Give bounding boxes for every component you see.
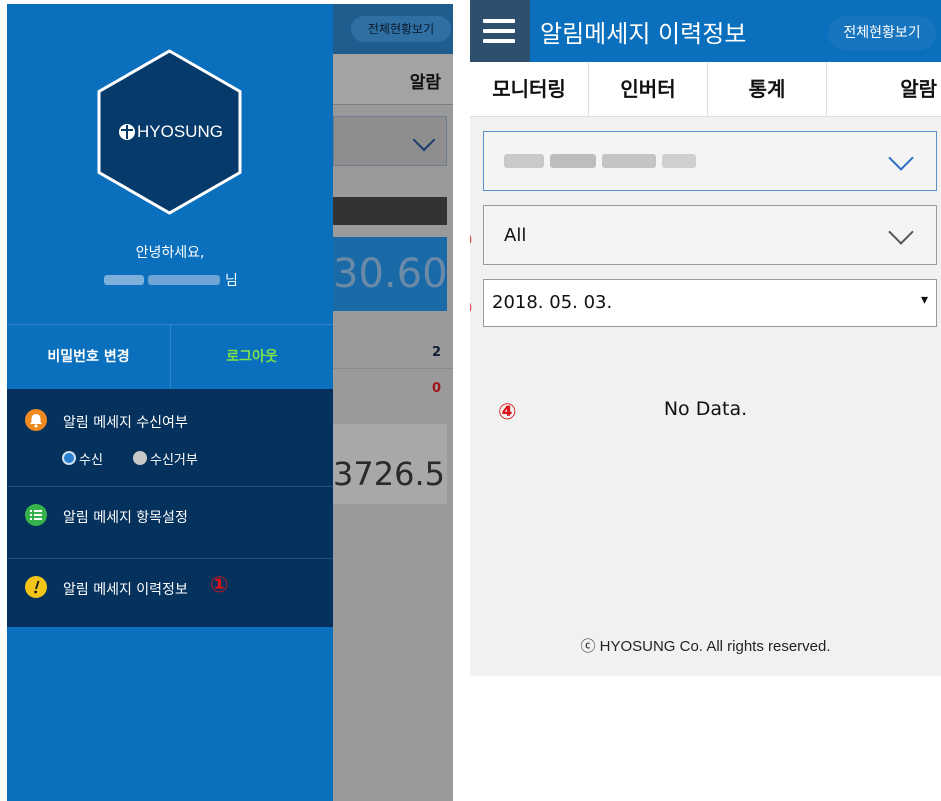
chevron-down-icon: [888, 145, 914, 171]
menu-item-message-settings[interactable]: 알림 메세지 항목설정: [7, 487, 333, 559]
underlay-header: 전체현황보기: [333, 4, 453, 54]
copyright-footer: ⓒ HYOSUNG Co. All rights reserved.: [580, 638, 831, 655]
logout-button[interactable]: 로그아웃: [171, 325, 333, 389]
user-name-blurred: [104, 273, 222, 287]
left-phone-screen: 전체현황보기 알람 30.60 2 0 3726.5 HYOSUNG 안녕하세요…: [7, 4, 453, 801]
plant-select[interactable]: [483, 131, 937, 191]
filter-select[interactable]: All: [483, 205, 937, 265]
underlay-value-panel: 3726.5: [333, 424, 447, 504]
empty-state-text: No Data.: [663, 398, 748, 420]
marker-2: ②: [470, 228, 473, 253]
receive-off-label: 수신거부: [150, 453, 198, 468]
hamburger-menu-button[interactable]: [470, 0, 530, 62]
plant-name-blurred: [504, 154, 734, 168]
drawer-menu: 알림 메세지 수신여부 수신 수신거부 알림 메세지 항목설정 알림 메세지 이…: [7, 389, 333, 627]
tab-statistics[interactable]: 통계: [708, 62, 826, 116]
page-title: 알림메세지 이력정보: [540, 20, 747, 48]
logo-text: HYOSUNG: [137, 122, 223, 141]
underlay-dark-bar: [333, 197, 447, 225]
tab-inverter[interactable]: 인버터: [589, 62, 707, 116]
user-suffix: 님: [225, 273, 238, 289]
underlay-tab-alarm: 알람: [409, 73, 441, 93]
underlay-row-value: 2: [431, 345, 441, 360]
bell-icon: [25, 409, 47, 431]
greeting-text: 안녕하세요,: [135, 245, 205, 261]
receive-setting-label: 알림 메세지 수신여부: [63, 415, 188, 431]
underlay-select: [333, 116, 447, 166]
marker-1: ①: [210, 573, 229, 598]
message-settings-label: 알림 메세지 항목설정: [63, 510, 188, 526]
menu-item-message-history[interactable]: 알림 메세지 이력정보 ①: [7, 559, 333, 627]
chevron-down-icon: [888, 219, 914, 245]
underlay-tabs: 알람: [333, 54, 453, 105]
radio-receive-on[interactable]: [62, 451, 76, 465]
underlay-value-panel: 30.60: [333, 237, 448, 311]
marker-3: ③: [470, 296, 473, 321]
chevron-down-icon: [412, 128, 436, 152]
caret-down-icon: ▾: [920, 292, 928, 308]
account-button-row: 비밀번호 변경 로그아웃: [7, 324, 333, 390]
underlay-row-value: 0: [431, 381, 441, 396]
exclamation-icon: [25, 576, 47, 598]
underlay-overview-button: 전체현황보기: [351, 16, 451, 42]
navigation-drawer: HYOSUNG 안녕하세요, 님 비밀번호 변경 로그아웃 알림 메세지 수신여…: [7, 4, 333, 801]
change-password-button[interactable]: 비밀번호 변경: [7, 325, 170, 389]
menu-item-receive-setting: 알림 메세지 수신여부 수신 수신거부: [7, 389, 333, 487]
date-select[interactable]: 2018. 05. 03. ▾: [483, 279, 937, 327]
tab-monitoring[interactable]: 모니터링: [470, 62, 588, 116]
tab-bar: 모니터링 인버터 통계 알람: [470, 62, 941, 117]
right-phone-screen: 알림메세지 이력정보 전체현황보기 모니터링 인버터 통계 알람 ② All 2…: [470, 0, 941, 676]
filter-select-value: All: [504, 225, 527, 246]
list-icon: [25, 504, 47, 526]
overview-button[interactable]: 전체현황보기: [828, 16, 936, 50]
dimmed-app-background: 전체현황보기 알람 30.60 2 0 3726.5: [333, 4, 453, 801]
date-value: 2018. 05. 03.: [492, 292, 613, 313]
tab-alarm[interactable]: 알람: [827, 62, 941, 116]
receive-on-label: 수신: [79, 453, 103, 468]
radio-receive-off[interactable]: [133, 451, 147, 465]
message-history-label: 알림 메세지 이력정보: [63, 582, 188, 598]
app-header: 알림메세지 이력정보 전체현황보기: [470, 0, 941, 62]
